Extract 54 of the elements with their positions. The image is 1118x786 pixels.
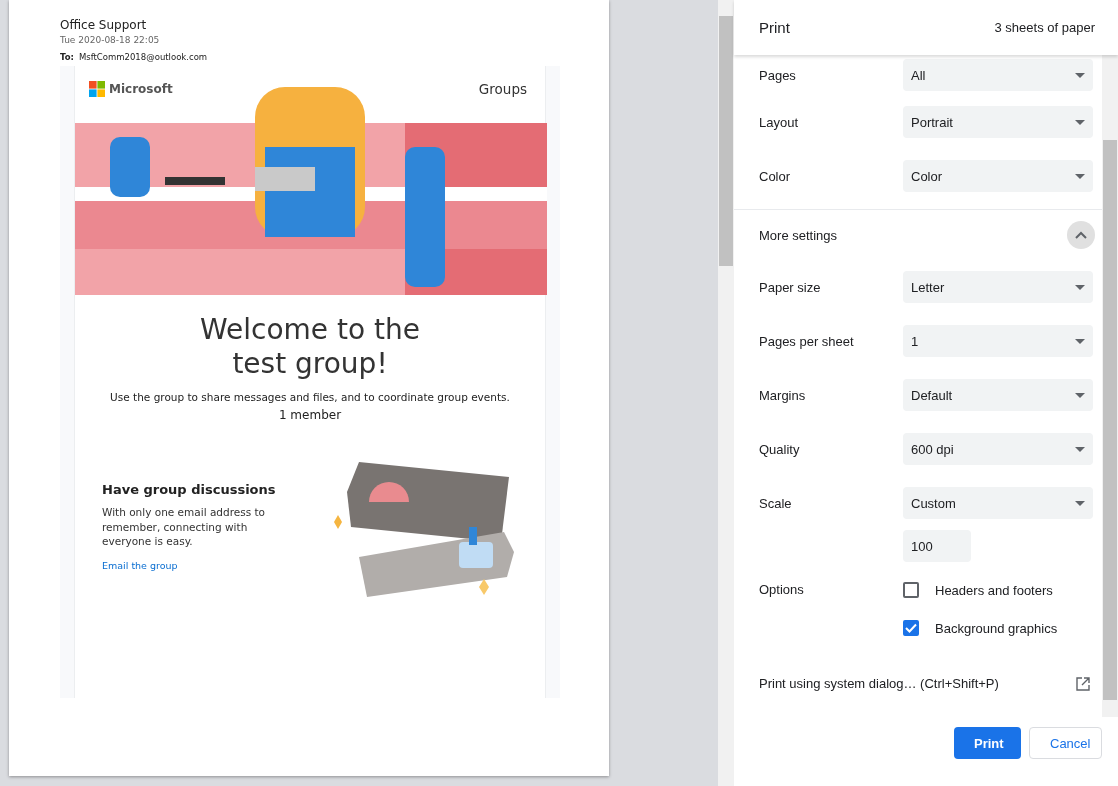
scale-input[interactable]: 100 (903, 530, 971, 562)
setting-label: Quality (759, 441, 801, 457)
collapse-button[interactable] (1067, 221, 1095, 249)
setting-label: Paper size (759, 279, 822, 295)
options-label: Options (759, 582, 805, 599)
brand-name: Microsoft (109, 82, 173, 96)
setting-label: Color (759, 168, 792, 184)
recipient-address: MsftComm2018@outlook.com (78, 52, 208, 62)
setting-label: Layout (759, 114, 800, 130)
caret-icon (1075, 173, 1085, 179)
setting-dropdown[interactable]: 600 dpi (903, 433, 1093, 465)
checkbox[interactable] (903, 582, 919, 598)
email-group-link[interactable]: Email the group (102, 559, 178, 571)
preview-scrollbar[interactable] (718, 0, 734, 786)
setting-label: Pages (759, 67, 797, 83)
more-settings-label: More settings (759, 227, 839, 243)
external-link-icon[interactable] (1076, 676, 1090, 691)
option-label: Background graphics (935, 620, 1058, 636)
setting-dropdown[interactable]: All (903, 59, 1093, 91)
caret-icon (1075, 338, 1085, 344)
sender-name: Office Support (60, 18, 148, 32)
setting-label: Pages per sheet (759, 333, 855, 349)
dialog-button[interactable]: Cancel (1029, 727, 1102, 759)
feature-description: With only one email address to remember, connecting with everyone is easy. (102, 505, 267, 549)
setting-dropdown[interactable]: Portrait (903, 106, 1093, 138)
product-name: Groups (478, 81, 527, 97)
checkbox[interactable] (903, 620, 919, 636)
setting-dropdown[interactable]: Default (903, 379, 1093, 411)
dialog-button[interactable]: Print (954, 727, 1021, 759)
system-dialog-link[interactable]: Print using system dialog… (Ctrl+Shift+P) (759, 676, 999, 691)
setting-dropdown[interactable]: Custom (903, 487, 1093, 519)
caret-icon (1075, 284, 1085, 290)
caret-icon (1075, 119, 1085, 125)
intro-text: Use the group to share messages and files, and to coordinate group events. (109, 391, 511, 403)
setting-dropdown[interactable]: Letter (903, 271, 1093, 303)
caret-icon (1075, 392, 1085, 398)
setting-dropdown[interactable]: 1 (903, 325, 1093, 357)
settings-scrollbar[interactable] (1102, 55, 1118, 717)
setting-label: Margins (759, 387, 807, 403)
setting-dropdown[interactable]: Color (903, 160, 1093, 192)
welcome-heading: Welcome to the test group! (199, 313, 421, 381)
feature-title: Have group discussions (102, 482, 277, 497)
chevron-icon (1075, 231, 1087, 239)
member-count: 1 member (277, 408, 343, 422)
setting-label: Scale (759, 495, 793, 511)
caret-icon (1075, 72, 1085, 78)
caret-icon (1075, 500, 1085, 506)
dialog-title: Print (759, 19, 790, 36)
sent-date: Tue 2020-08-18 22:05 (60, 35, 161, 45)
to-label: To: (60, 52, 74, 62)
caret-icon (1075, 446, 1085, 452)
option-label: Headers and footers (935, 582, 1053, 598)
logo-icon (89, 81, 105, 97)
sheet-count: 3 sheets of paper (994, 20, 1095, 35)
